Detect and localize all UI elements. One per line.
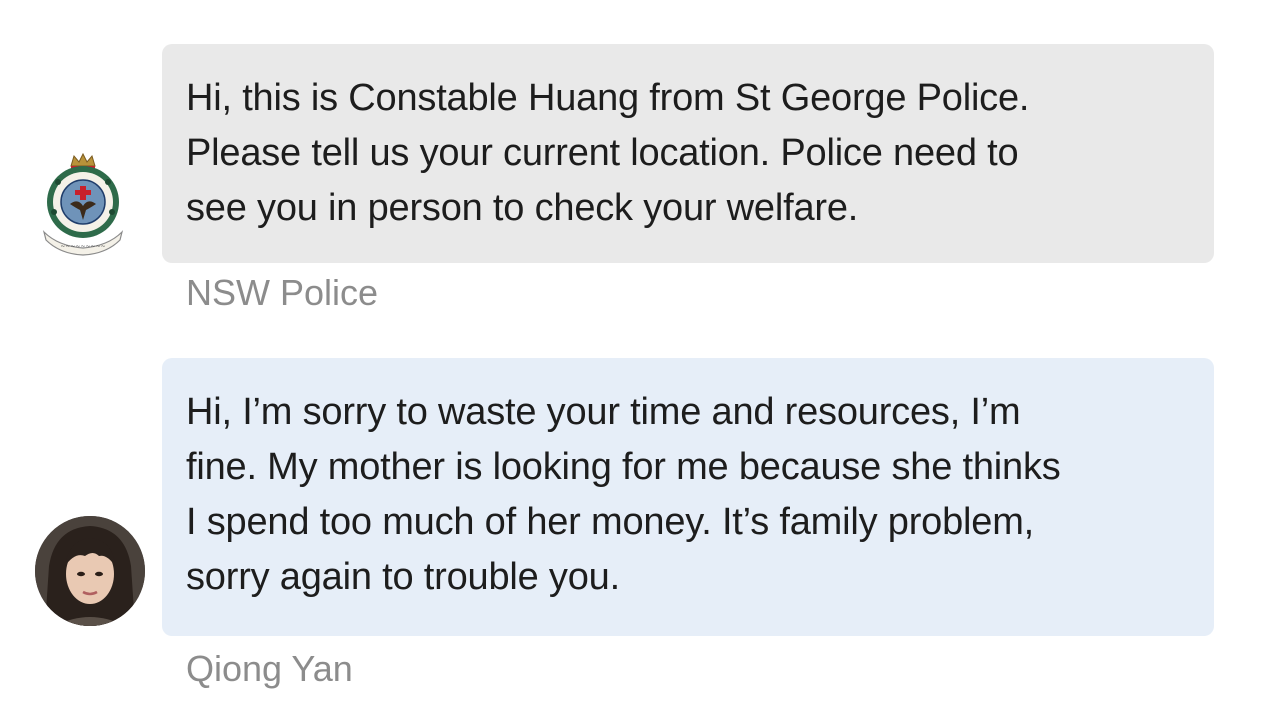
message-text: Hi, this is Constable Huang from St Geor…: [186, 77, 1030, 229]
outgoing-message-bubble[interactable]: Hi, I’m sorry to waste your time and res…: [162, 358, 1214, 636]
message-thread: ~~~~~~~~~ Hi, this is Constable Huang fr…: [0, 0, 1280, 720]
user-avatar[interactable]: [35, 516, 145, 626]
svg-text:~~~~~~~~~: ~~~~~~~~~: [60, 243, 105, 250]
message-text: Hi, I’m sorry to waste your time and res…: [186, 391, 1061, 598]
sender-name: NSW Police: [186, 272, 379, 313]
incoming-message-bubble[interactable]: Hi, this is Constable Huang from St Geor…: [162, 44, 1214, 263]
sender-name: Qiong Yan: [186, 648, 353, 689]
nsw-police-badge-icon[interactable]: ~~~~~~~~~: [38, 152, 128, 256]
